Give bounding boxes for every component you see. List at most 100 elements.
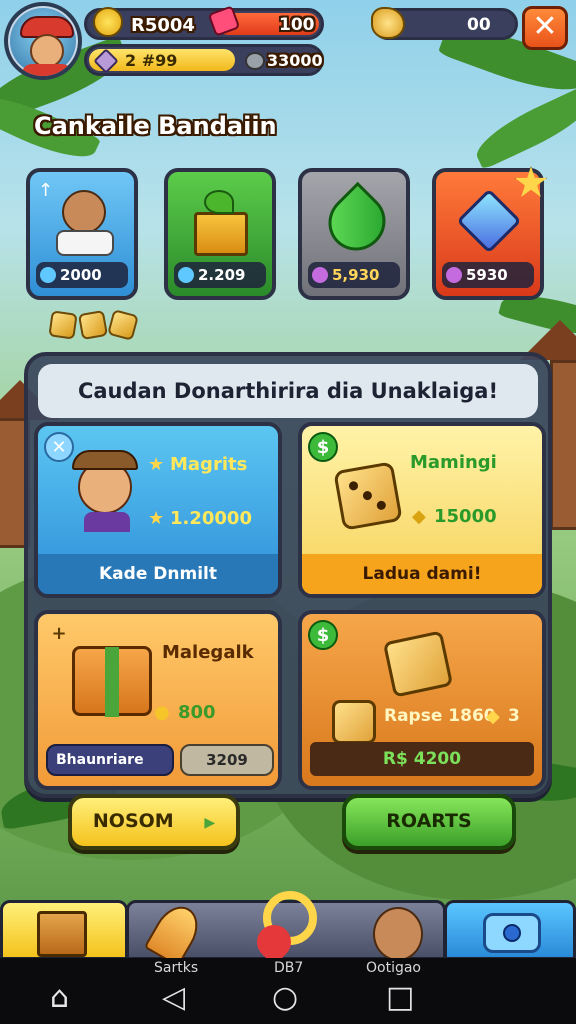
offer-footer[interactable]: Kade Dnmilt — [38, 554, 278, 594]
category-price-3: 5,930 — [308, 262, 400, 288]
nav-label-3: Ootigao — [366, 960, 421, 976]
section-title: Cankaile Bandaiin — [34, 112, 277, 140]
avatar-face — [30, 34, 64, 68]
offer-name: Rapse 1860 — [384, 706, 496, 726]
cash-value: R5004 — [131, 15, 195, 36]
camera-tab-icon — [483, 913, 541, 953]
nav-label-1: Sartks — [154, 960, 199, 976]
sun-coin-icon — [93, 7, 123, 37]
category-card-character[interactable]: ↑ 2000 — [26, 168, 138, 300]
price-label: 2000 — [60, 266, 102, 284]
gem-icon — [312, 267, 328, 283]
sparkle-icon: + — [51, 623, 67, 644]
category-card-leaf[interactable]: 5,930 — [298, 168, 410, 300]
category-price-1: 2000 — [36, 262, 128, 288]
level-badge: $ — [66, 62, 78, 76]
character-tab-icon — [373, 907, 423, 961]
dollar-tag-icon[interactable]: $ — [308, 620, 338, 650]
star-icon: ★ — [148, 508, 165, 529]
offer-card-malegalk[interactable]: + Malegalk ● 800 Bhaunriare 3209 — [34, 610, 282, 790]
coin-cost-button[interactable]: 3209 — [180, 744, 274, 776]
heart-leaf-icon — [316, 181, 398, 263]
tab-shop[interactable] — [0, 900, 128, 960]
roarts-button[interactable]: ROARTS — [342, 794, 516, 850]
home-icon[interactable]: ⌂ — [50, 980, 69, 1015]
category-card-crate[interactable]: 2.209 — [164, 168, 276, 300]
gold-nugget-icon — [371, 7, 405, 39]
offer-card-magrits[interactable]: ✕ ★ Magrits ★ 1.20000 Kade Dnmilt — [34, 422, 282, 598]
ticket-value: 100 — [279, 15, 315, 35]
currency-left-value: 2 #99 — [125, 51, 178, 70]
crate-icon — [194, 212, 248, 256]
button-label: ROARTS — [386, 810, 472, 832]
currency-right-value: 33000 — [267, 51, 323, 70]
golden-gift-icon — [382, 630, 454, 698]
gold-piece-icon — [107, 309, 139, 341]
offer-card-mamingi[interactable]: $ Mamingi ◆ 15000 Ladua dami! — [298, 422, 546, 598]
dollar-tag-icon[interactable]: $ — [308, 432, 338, 462]
gem-icon — [446, 267, 462, 283]
sprout-icon — [204, 190, 234, 214]
star-icon — [514, 166, 548, 197]
recents-icon[interactable]: □ — [386, 980, 414, 1015]
button-label: 3209 — [206, 751, 248, 769]
carrot-tab-icon — [143, 898, 207, 968]
arrow-up-icon: ↑ — [38, 180, 54, 201]
category-price-4: 5930 — [442, 262, 534, 288]
gem-icon — [40, 267, 56, 283]
system-navigation-bar: Sartks DB7 Ootigao ⌂ ◁ ○ □ — [0, 958, 576, 1024]
close-button[interactable]: ✕ — [522, 6, 568, 50]
offer-cost: 3 — [508, 706, 520, 726]
character-shirt — [56, 230, 114, 256]
offer-name: Mamingi — [410, 452, 497, 473]
category-card-gem[interactable]: 5930 — [432, 166, 548, 300]
bhaunriare-button[interactable]: Bhaunriare — [46, 744, 174, 776]
button-label: NOSOM — [92, 810, 174, 832]
treasure-chest-icon — [72, 646, 152, 717]
coin-icon: ● — [154, 702, 170, 723]
tab-settings[interactable] — [444, 900, 576, 960]
cash-bar[interactable]: R5004 100 — [84, 5, 324, 40]
offer-panel: Caudan Donarthirira dia Unaklaiga! ✕ ★ M… — [24, 352, 552, 798]
offer-name: Magrits — [170, 454, 248, 475]
star-icon: ★ — [148, 454, 165, 475]
offer-footer[interactable]: R$ 4200 — [310, 742, 534, 776]
gold-value: 00 — [467, 15, 491, 35]
panel-title: Caudan Donarthirira dia Unaklaiga! — [38, 364, 538, 418]
stone-icon — [245, 52, 265, 70]
back-icon[interactable]: ◁ — [162, 980, 185, 1015]
explorer-body-icon — [84, 512, 130, 532]
offer-cost: 1.20000 — [170, 508, 252, 529]
nav-label-2: DB7 — [274, 960, 304, 976]
nosom-button[interactable]: NOSOM ▶ — [68, 794, 240, 850]
close-tag-icon[interactable]: ✕ — [44, 432, 74, 462]
explorer-hat-icon — [72, 450, 138, 470]
avatar-body — [22, 64, 72, 76]
offer-cost: 15000 — [434, 506, 497, 527]
gold-piece-icon — [48, 310, 78, 340]
crate-tab-icon — [37, 911, 87, 957]
cheese-dice-icon — [332, 700, 376, 744]
currency-bar[interactable]: 2 #99 33000 — [84, 44, 324, 76]
gem-icon — [178, 267, 194, 283]
arrow-right-icon: ▶ — [204, 815, 216, 831]
tab-center[interactable] — [126, 891, 446, 968]
offer-name: Malegalk — [162, 642, 254, 663]
price-label: 5930 — [466, 266, 508, 284]
gold-bar[interactable]: 00 — [371, 7, 518, 40]
player-avatar[interactable]: $ — [4, 2, 82, 80]
offer-footer[interactable]: Ladua dami! — [302, 554, 542, 594]
bottom-tab-bar — [0, 891, 576, 968]
home-circle-icon[interactable]: ○ — [272, 980, 298, 1015]
button-label: Bhaunriare — [56, 752, 144, 768]
offer-card-rapse[interactable]: $ Rapse 1860 ◆ 3 R$ 4200 — [298, 610, 546, 790]
price-label: 5,930 — [332, 266, 380, 284]
category-price-2: 2.209 — [174, 262, 266, 288]
character-icon — [62, 190, 106, 234]
offer-cost: 800 — [178, 702, 216, 723]
price-label: 2.209 — [198, 266, 246, 284]
crystal-icon — [456, 188, 522, 254]
gold-icon: ◆ — [486, 706, 500, 727]
dice-icon — [333, 461, 403, 531]
gold-piece-icon — [77, 309, 109, 341]
